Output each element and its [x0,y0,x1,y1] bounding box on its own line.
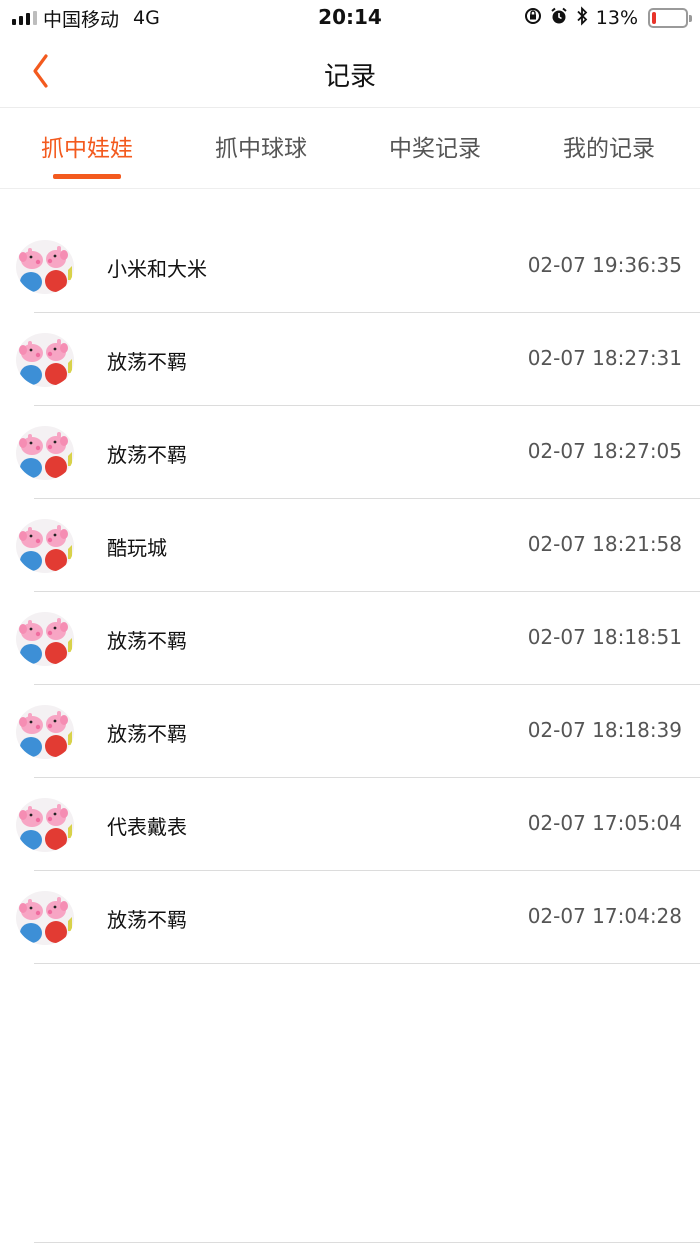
tab-label: 我的记录 [563,136,655,162]
tab-label: 抓中球球 [215,136,307,162]
record-time: 02-07 17:04:28 [527,904,682,928]
active-tab-indicator [53,174,121,179]
orientation-lock-icon [524,7,542,29]
list-item[interactable]: 放荡不羁 02-07 18:27:31 [0,313,700,406]
peppa-pig-plush-icon [16,333,74,387]
list-item[interactable]: 放荡不羁 02-07 18:18:39 [0,685,700,778]
nav-bar: 记录 [0,36,700,108]
record-time: 02-07 18:27:31 [527,346,682,370]
list-item[interactable]: 放荡不羁 02-07 18:18:51 [0,592,700,685]
winner-name: 放荡不羁 [107,350,187,374]
record-list: 小米和大米 02-07 19:36:35 放荡不羁 02-07 18:27:31… [0,220,700,964]
tab-label: 中奖记录 [389,136,481,162]
tab-my-records[interactable]: 我的记录 [522,109,696,189]
record-time: 02-07 19:36:35 [527,253,682,277]
record-time: 02-07 17:05:04 [527,811,682,835]
tab-bar: 抓中娃娃 抓中球球 中奖记录 我的记录 [0,109,700,189]
battery-percent: 13% [595,7,638,29]
battery-level [652,12,656,24]
record-time: 02-07 18:18:39 [527,718,682,742]
list-item[interactable]: 小米和大米 02-07 19:36:35 [0,220,700,313]
tab-caught-dolls[interactable]: 抓中娃娃 [0,109,174,189]
peppa-pig-plush-icon [16,798,74,852]
alarm-icon [550,7,568,29]
peppa-pig-plush-icon [16,891,74,945]
record-time: 02-07 18:21:58 [527,532,682,556]
winner-name: 放荡不羁 [107,443,187,467]
status-right: 13% [524,6,692,30]
winner-name: 小米和大米 [107,257,207,281]
peppa-pig-plush-icon [16,240,74,294]
tab-winning-records[interactable]: 中奖记录 [348,109,522,189]
winner-name: 代表戴表 [107,815,187,839]
winner-name: 放荡不羁 [107,629,187,653]
page-title: 记录 [323,62,376,92]
peppa-pig-plush-icon [16,612,74,666]
list-item[interactable]: 酷玩城 02-07 18:21:58 [0,499,700,592]
divider [34,1242,700,1243]
winner-name: 酷玩城 [107,536,167,560]
winner-name: 放荡不羁 [107,908,187,932]
peppa-pig-plush-icon [16,705,74,759]
status-bar: 中国移动 4G 20:14 13% [0,0,700,36]
battery-icon [648,8,692,28]
bluetooth-icon [576,6,588,30]
list-item[interactable]: 放荡不羁 02-07 18:27:05 [0,406,700,499]
record-time: 02-07 18:27:05 [527,439,682,463]
tab-caught-balls[interactable]: 抓中球球 [174,109,348,189]
tab-label: 抓中娃娃 [41,136,133,162]
record-time: 02-07 18:18:51 [527,625,682,649]
list-item[interactable]: 代表戴表 02-07 17:05:04 [0,778,700,871]
peppa-pig-plush-icon [16,426,74,480]
winner-name: 放荡不羁 [107,722,187,746]
peppa-pig-plush-icon [16,519,74,573]
list-item[interactable]: 放荡不羁 02-07 17:04:28 [0,871,700,964]
